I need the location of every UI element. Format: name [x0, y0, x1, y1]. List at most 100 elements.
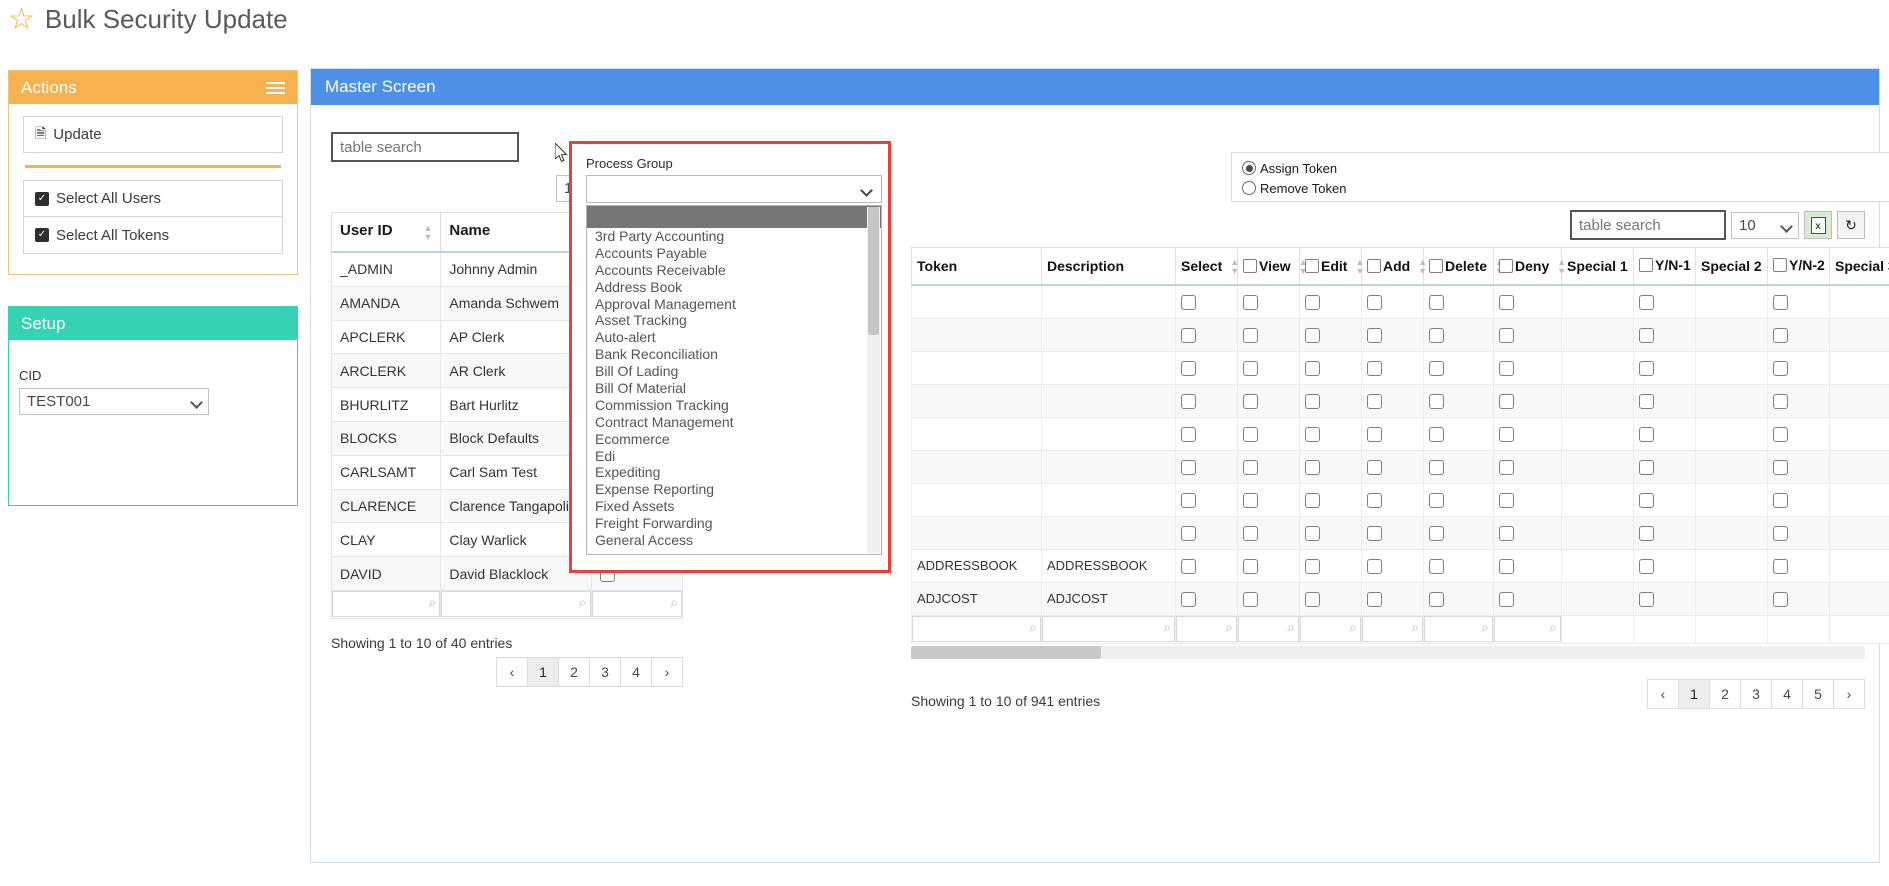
- tokens-col-special-1[interactable]: Special 1: [1561, 247, 1634, 286]
- pagination-page-1[interactable]: 1: [1678, 678, 1710, 709]
- permission-checkbox[interactable]: [1499, 492, 1514, 508]
- permission-checkbox[interactable]: [1639, 393, 1654, 409]
- permission-checkbox[interactable]: [1639, 327, 1654, 343]
- permission-checkbox[interactable]: [1639, 360, 1654, 376]
- permission-checkbox[interactable]: [1181, 591, 1196, 607]
- process-group-option[interactable]: Auto-alert: [587, 329, 881, 346]
- permission-checkbox[interactable]: [1773, 360, 1788, 376]
- pagination-page-4[interactable]: 4: [620, 656, 652, 687]
- tokens-col-special-3[interactable]: Special 3: [1829, 247, 1889, 286]
- process-group-option[interactable]: Contract Management: [587, 414, 881, 431]
- permission-checkbox[interactable]: [1367, 294, 1382, 310]
- assign-token-radio-row[interactable]: Assign Token: [1242, 158, 1889, 178]
- permission-checkbox[interactable]: [1367, 492, 1382, 508]
- users-filter-select[interactable]: [591, 591, 682, 618]
- permission-checkbox[interactable]: [1499, 294, 1514, 310]
- tokens-col-token[interactable]: Token: [911, 247, 1042, 286]
- permission-checkbox[interactable]: [1773, 558, 1788, 574]
- permission-checkbox[interactable]: [1773, 591, 1788, 607]
- reset-icon[interactable]: ↻: [1837, 211, 1865, 239]
- permission-checkbox[interactable]: [1181, 426, 1196, 442]
- tokens-filter-input[interactable]: [1042, 616, 1175, 642]
- permission-checkbox[interactable]: [1639, 591, 1654, 607]
- column-select-checkbox[interactable]: [1499, 259, 1513, 273]
- permission-checkbox[interactable]: [1639, 426, 1654, 442]
- permission-checkbox[interactable]: [1429, 360, 1444, 376]
- permission-checkbox[interactable]: [1773, 426, 1788, 442]
- permission-checkbox[interactable]: [1499, 360, 1514, 376]
- permission-checkbox[interactable]: [1367, 393, 1382, 409]
- process-group-option[interactable]: Address Book: [587, 279, 881, 296]
- permission-checkbox[interactable]: [1243, 492, 1258, 508]
- process-group-select[interactable]: [586, 175, 882, 203]
- permission-checkbox[interactable]: [1305, 426, 1320, 442]
- permission-checkbox[interactable]: [1639, 492, 1654, 508]
- column-select-checkbox[interactable]: [1243, 259, 1257, 273]
- permission-checkbox[interactable]: [1181, 360, 1196, 376]
- permission-checkbox[interactable]: [1367, 558, 1382, 574]
- permission-checkbox[interactable]: [1305, 360, 1320, 376]
- permission-checkbox[interactable]: [1243, 327, 1258, 343]
- permission-checkbox[interactable]: [1499, 459, 1514, 475]
- process-group-option[interactable]: Accounts Receivable: [587, 262, 881, 279]
- permission-checkbox[interactable]: [1429, 426, 1444, 442]
- assign-token-radio[interactable]: [1242, 161, 1256, 175]
- process-group-scrollbar[interactable]: [867, 207, 880, 553]
- permission-checkbox[interactable]: [1499, 426, 1514, 442]
- permission-checkbox[interactable]: [1499, 591, 1514, 607]
- permission-checkbox[interactable]: [1243, 393, 1258, 409]
- select-all-users-button[interactable]: ✓ Select All Users: [23, 180, 283, 217]
- permission-checkbox[interactable]: [1243, 360, 1258, 376]
- column-select-checkbox[interactable]: [1429, 259, 1443, 273]
- process-group-option[interactable]: Edi: [587, 448, 881, 465]
- users-filter-user-id[interactable]: [332, 591, 441, 618]
- tokens-horizontal-scrollbar[interactable]: [911, 645, 1865, 659]
- permission-checkbox[interactable]: [1429, 558, 1444, 574]
- permission-checkbox[interactable]: [1639, 525, 1654, 541]
- tokens-col-add[interactable]: Add ▲ ▼: [1361, 247, 1427, 286]
- tokens-col-y-n-1[interactable]: Y/N-1: [1633, 247, 1696, 286]
- permission-checkbox[interactable]: [1429, 525, 1444, 541]
- permission-checkbox[interactable]: [1639, 294, 1654, 310]
- permission-checkbox[interactable]: [1639, 459, 1654, 475]
- column-select-checkbox[interactable]: [1773, 258, 1787, 272]
- tokens-col-delete[interactable]: Delete▲▼: [1423, 247, 1504, 286]
- users-col-user-id[interactable]: User ID ▲ ▼: [330, 212, 442, 253]
- pagination-page-3[interactable]: 3: [1740, 678, 1772, 709]
- permission-checkbox[interactable]: [1243, 294, 1258, 310]
- process-group-option[interactable]: Fixed Assets: [587, 498, 881, 515]
- permission-checkbox[interactable]: [1367, 327, 1382, 343]
- process-group-option[interactable]: Accounts Payable: [587, 245, 881, 262]
- pagination-page-1[interactable]: 1: [527, 656, 559, 687]
- pagination-next[interactable]: ›: [1833, 678, 1865, 709]
- permission-checkbox[interactable]: [1243, 525, 1258, 541]
- permission-checkbox[interactable]: [1181, 558, 1196, 574]
- permission-checkbox[interactable]: [1429, 327, 1444, 343]
- remove-token-radio[interactable]: [1242, 181, 1256, 195]
- permission-checkbox[interactable]: [1181, 492, 1196, 508]
- tokens-filter-input[interactable]: [912, 616, 1041, 642]
- process-group-option[interactable]: Ecommerce: [587, 431, 881, 448]
- permission-checkbox[interactable]: [1367, 459, 1382, 475]
- permission-checkbox[interactable]: [1773, 492, 1788, 508]
- tokens-filter-input[interactable]: [1300, 616, 1361, 642]
- permission-checkbox[interactable]: [1429, 459, 1444, 475]
- permission-checkbox[interactable]: [1499, 558, 1514, 574]
- tokens-col-description[interactable]: Description: [1041, 247, 1176, 286]
- tokens-col-deny[interactable]: Deny ▲ ▼: [1493, 247, 1566, 286]
- tokens-col-edit[interactable]: Edit ▲ ▼: [1299, 247, 1364, 286]
- tokens-filter-input[interactable]: [1424, 616, 1493, 642]
- permission-checkbox[interactable]: [1639, 558, 1654, 574]
- tokens-col-y-n-2[interactable]: Y/N-2: [1767, 247, 1830, 286]
- permission-checkbox[interactable]: [1181, 393, 1196, 409]
- pagination-page-5[interactable]: 5: [1802, 678, 1834, 709]
- process-group-option[interactable]: Freight Forwarding: [587, 515, 881, 532]
- permission-checkbox[interactable]: [1429, 492, 1444, 508]
- permission-checkbox[interactable]: [1305, 393, 1320, 409]
- permission-checkbox[interactable]: [1305, 294, 1320, 310]
- tokens-filter-input[interactable]: [1494, 616, 1561, 642]
- scrollbar-thumb[interactable]: [911, 645, 1101, 659]
- excel-export-icon[interactable]: x: [1804, 211, 1832, 239]
- permission-checkbox[interactable]: [1429, 393, 1444, 409]
- tokens-col-special-2[interactable]: Special 2: [1695, 247, 1768, 286]
